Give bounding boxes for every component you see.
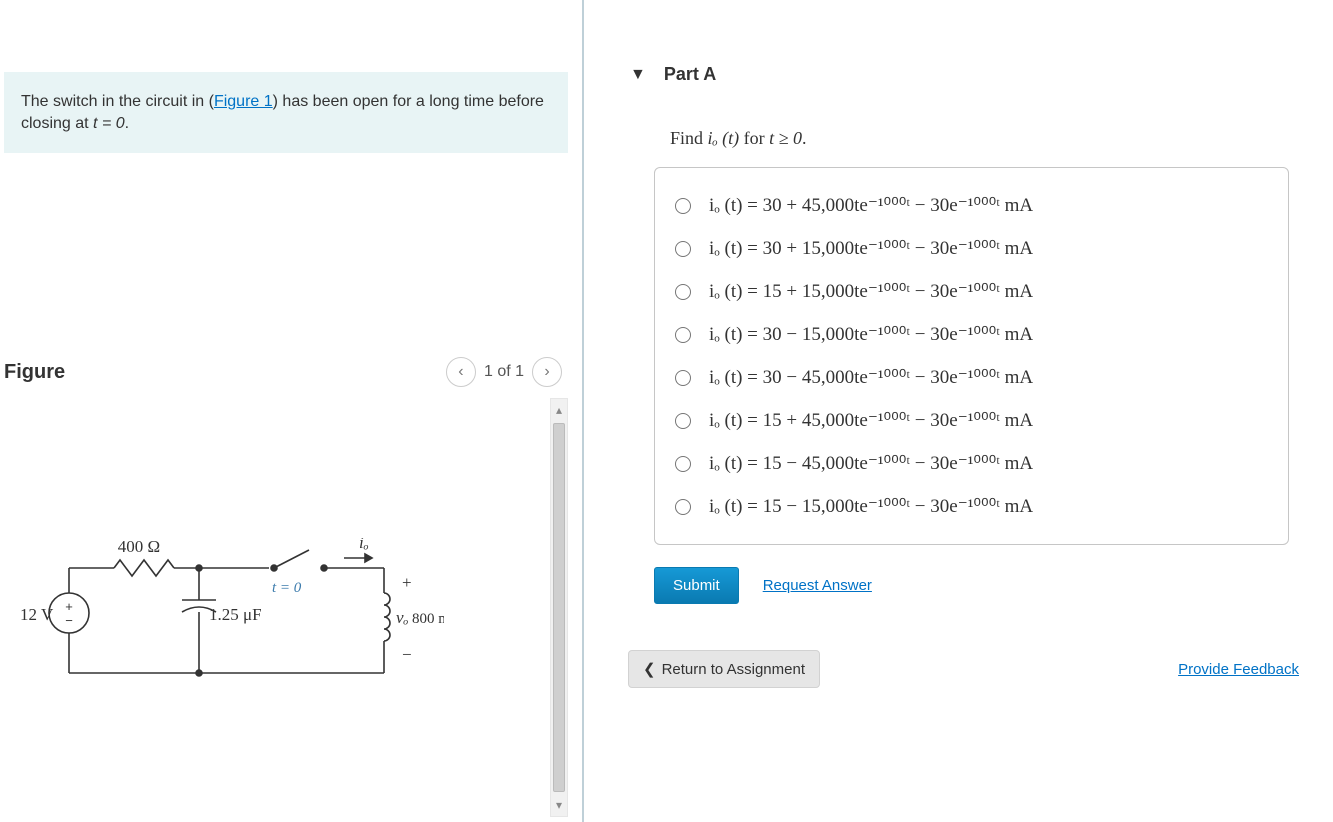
answer-radio[interactable] [675,241,691,257]
label-io: iₒ [359,538,369,552]
intro-text-end: . [125,115,129,132]
figure-scrollbar[interactable]: ▴ ▾ [550,398,568,817]
left-pane: The switch in the circuit in (Figure 1) … [0,0,584,822]
figure-header: Figure ‹ 1 of 1 › [4,353,568,397]
problem-intro: The switch in the circuit in (Figure 1) … [4,72,568,153]
answer-text: iₒ (t) = 30 − 15,000te⁻¹⁰⁰⁰ᵗ − 30e⁻¹⁰⁰⁰ᵗ… [709,323,1033,346]
answer-option[interactable]: iₒ (t) = 15 − 15,000te⁻¹⁰⁰⁰ᵗ − 30e⁻¹⁰⁰⁰ᵗ… [669,485,1274,528]
figure-link[interactable]: Figure 1 [214,93,273,110]
figure-nav: ‹ 1 of 1 › [446,357,562,387]
answer-radio[interactable] [675,284,691,300]
answer-option[interactable]: iₒ (t) = 15 + 15,000te⁻¹⁰⁰⁰ᵗ − 30e⁻¹⁰⁰⁰ᵗ… [669,270,1274,313]
prompt-var: iₒ (t) [708,128,740,148]
answer-option[interactable]: iₒ (t) = 30 + 15,000te⁻¹⁰⁰⁰ᵗ − 30e⁻¹⁰⁰⁰ᵗ… [669,227,1274,270]
label-ind: 800 mH [412,611,444,627]
label-cap: 1.25 μF [209,605,262,624]
answer-option[interactable]: iₒ (t) = 30 − 15,000te⁻¹⁰⁰⁰ᵗ − 30e⁻¹⁰⁰⁰ᵗ… [669,313,1274,356]
answer-radio[interactable] [675,370,691,386]
answer-option[interactable]: iₒ (t) = 15 − 45,000te⁻¹⁰⁰⁰ᵗ − 30e⁻¹⁰⁰⁰ᵗ… [669,442,1274,485]
footer-row: ❮ Return to Assignment Provide Feedback [628,650,1299,688]
label-t0: t = 0 [272,580,302,596]
svg-text:−: − [65,613,73,628]
answer-option[interactable]: iₒ (t) = 15 + 45,000te⁻¹⁰⁰⁰ᵗ − 30e⁻¹⁰⁰⁰ᵗ… [669,399,1274,442]
label-plus: + [402,573,412,592]
answer-text: iₒ (t) = 15 − 45,000te⁻¹⁰⁰⁰ᵗ − 30e⁻¹⁰⁰⁰ᵗ… [709,452,1033,475]
return-label: Return to Assignment [662,661,805,678]
answer-option[interactable]: iₒ (t) = 30 − 45,000te⁻¹⁰⁰⁰ᵗ − 30e⁻¹⁰⁰⁰ᵗ… [669,356,1274,399]
part-prompt: Find iₒ (t) for t ≥ 0. [670,128,1309,149]
figure-area: + − [4,397,568,817]
svg-text:+: + [65,599,73,614]
part-header[interactable]: ▼ Part A [624,40,1309,100]
answer-text: iₒ (t) = 15 + 15,000te⁻¹⁰⁰⁰ᵗ − 30e⁻¹⁰⁰⁰ᵗ… [709,280,1033,303]
label-minus: − [402,645,412,664]
prompt-before: Find [670,128,708,148]
prompt-cond: t ≥ 0 [769,128,802,148]
answer-radio[interactable] [675,413,691,429]
intro-text-before: The switch in the circuit in ( [21,93,214,110]
action-row: Submit Request Answer [654,567,1309,604]
answer-text: iₒ (t) = 15 − 15,000te⁻¹⁰⁰⁰ᵗ − 30e⁻¹⁰⁰⁰ᵗ… [709,495,1033,518]
label-vs: 12 V [20,605,54,624]
figure-counter: 1 of 1 [484,363,524,381]
right-pane: ▼ Part A Find iₒ (t) for t ≥ 0. iₒ (t) =… [584,0,1333,822]
chevron-left-icon: ‹ [458,363,463,381]
figure-prev-button[interactable]: ‹ [446,357,476,387]
scroll-up-icon[interactable]: ▴ [556,399,562,421]
intro-t0: t = 0 [93,115,125,132]
caret-down-icon: ▼ [630,66,646,84]
scroll-down-icon[interactable]: ▾ [556,794,562,816]
label-vo: vₒ [396,608,409,627]
figure-next-button[interactable]: › [532,357,562,387]
circuit-diagram: + − [14,538,444,688]
answer-radio[interactable] [675,456,691,472]
scroll-thumb[interactable] [553,423,565,792]
answer-radio[interactable] [675,198,691,214]
prompt-mid: for [739,128,769,148]
chevron-left-icon: ❮ [643,660,656,678]
answer-radio[interactable] [675,327,691,343]
figure-heading: Figure [4,361,65,384]
answer-text: iₒ (t) = 30 + 45,000te⁻¹⁰⁰⁰ᵗ − 30e⁻¹⁰⁰⁰ᵗ… [709,194,1033,217]
answer-options: iₒ (t) = 30 + 45,000te⁻¹⁰⁰⁰ᵗ − 30e⁻¹⁰⁰⁰ᵗ… [654,167,1289,545]
answer-option[interactable]: iₒ (t) = 30 + 45,000te⁻¹⁰⁰⁰ᵗ − 30e⁻¹⁰⁰⁰ᵗ… [669,184,1274,227]
request-answer-link[interactable]: Request Answer [763,577,872,594]
return-button[interactable]: ❮ Return to Assignment [628,650,820,688]
label-r: 400 Ω [118,538,160,556]
submit-button[interactable]: Submit [654,567,739,604]
figure-image: + − [4,398,550,817]
provide-feedback-link[interactable]: Provide Feedback [1178,661,1299,678]
answer-text: iₒ (t) = 15 + 45,000te⁻¹⁰⁰⁰ᵗ − 30e⁻¹⁰⁰⁰ᵗ… [709,409,1033,432]
prompt-end: . [802,128,807,148]
answer-radio[interactable] [675,499,691,515]
answer-text: iₒ (t) = 30 + 15,000te⁻¹⁰⁰⁰ᵗ − 30e⁻¹⁰⁰⁰ᵗ… [709,237,1033,260]
answer-text: iₒ (t) = 30 − 45,000te⁻¹⁰⁰⁰ᵗ − 30e⁻¹⁰⁰⁰ᵗ… [709,366,1033,389]
chevron-right-icon: › [544,363,549,381]
part-title: Part A [664,64,716,85]
